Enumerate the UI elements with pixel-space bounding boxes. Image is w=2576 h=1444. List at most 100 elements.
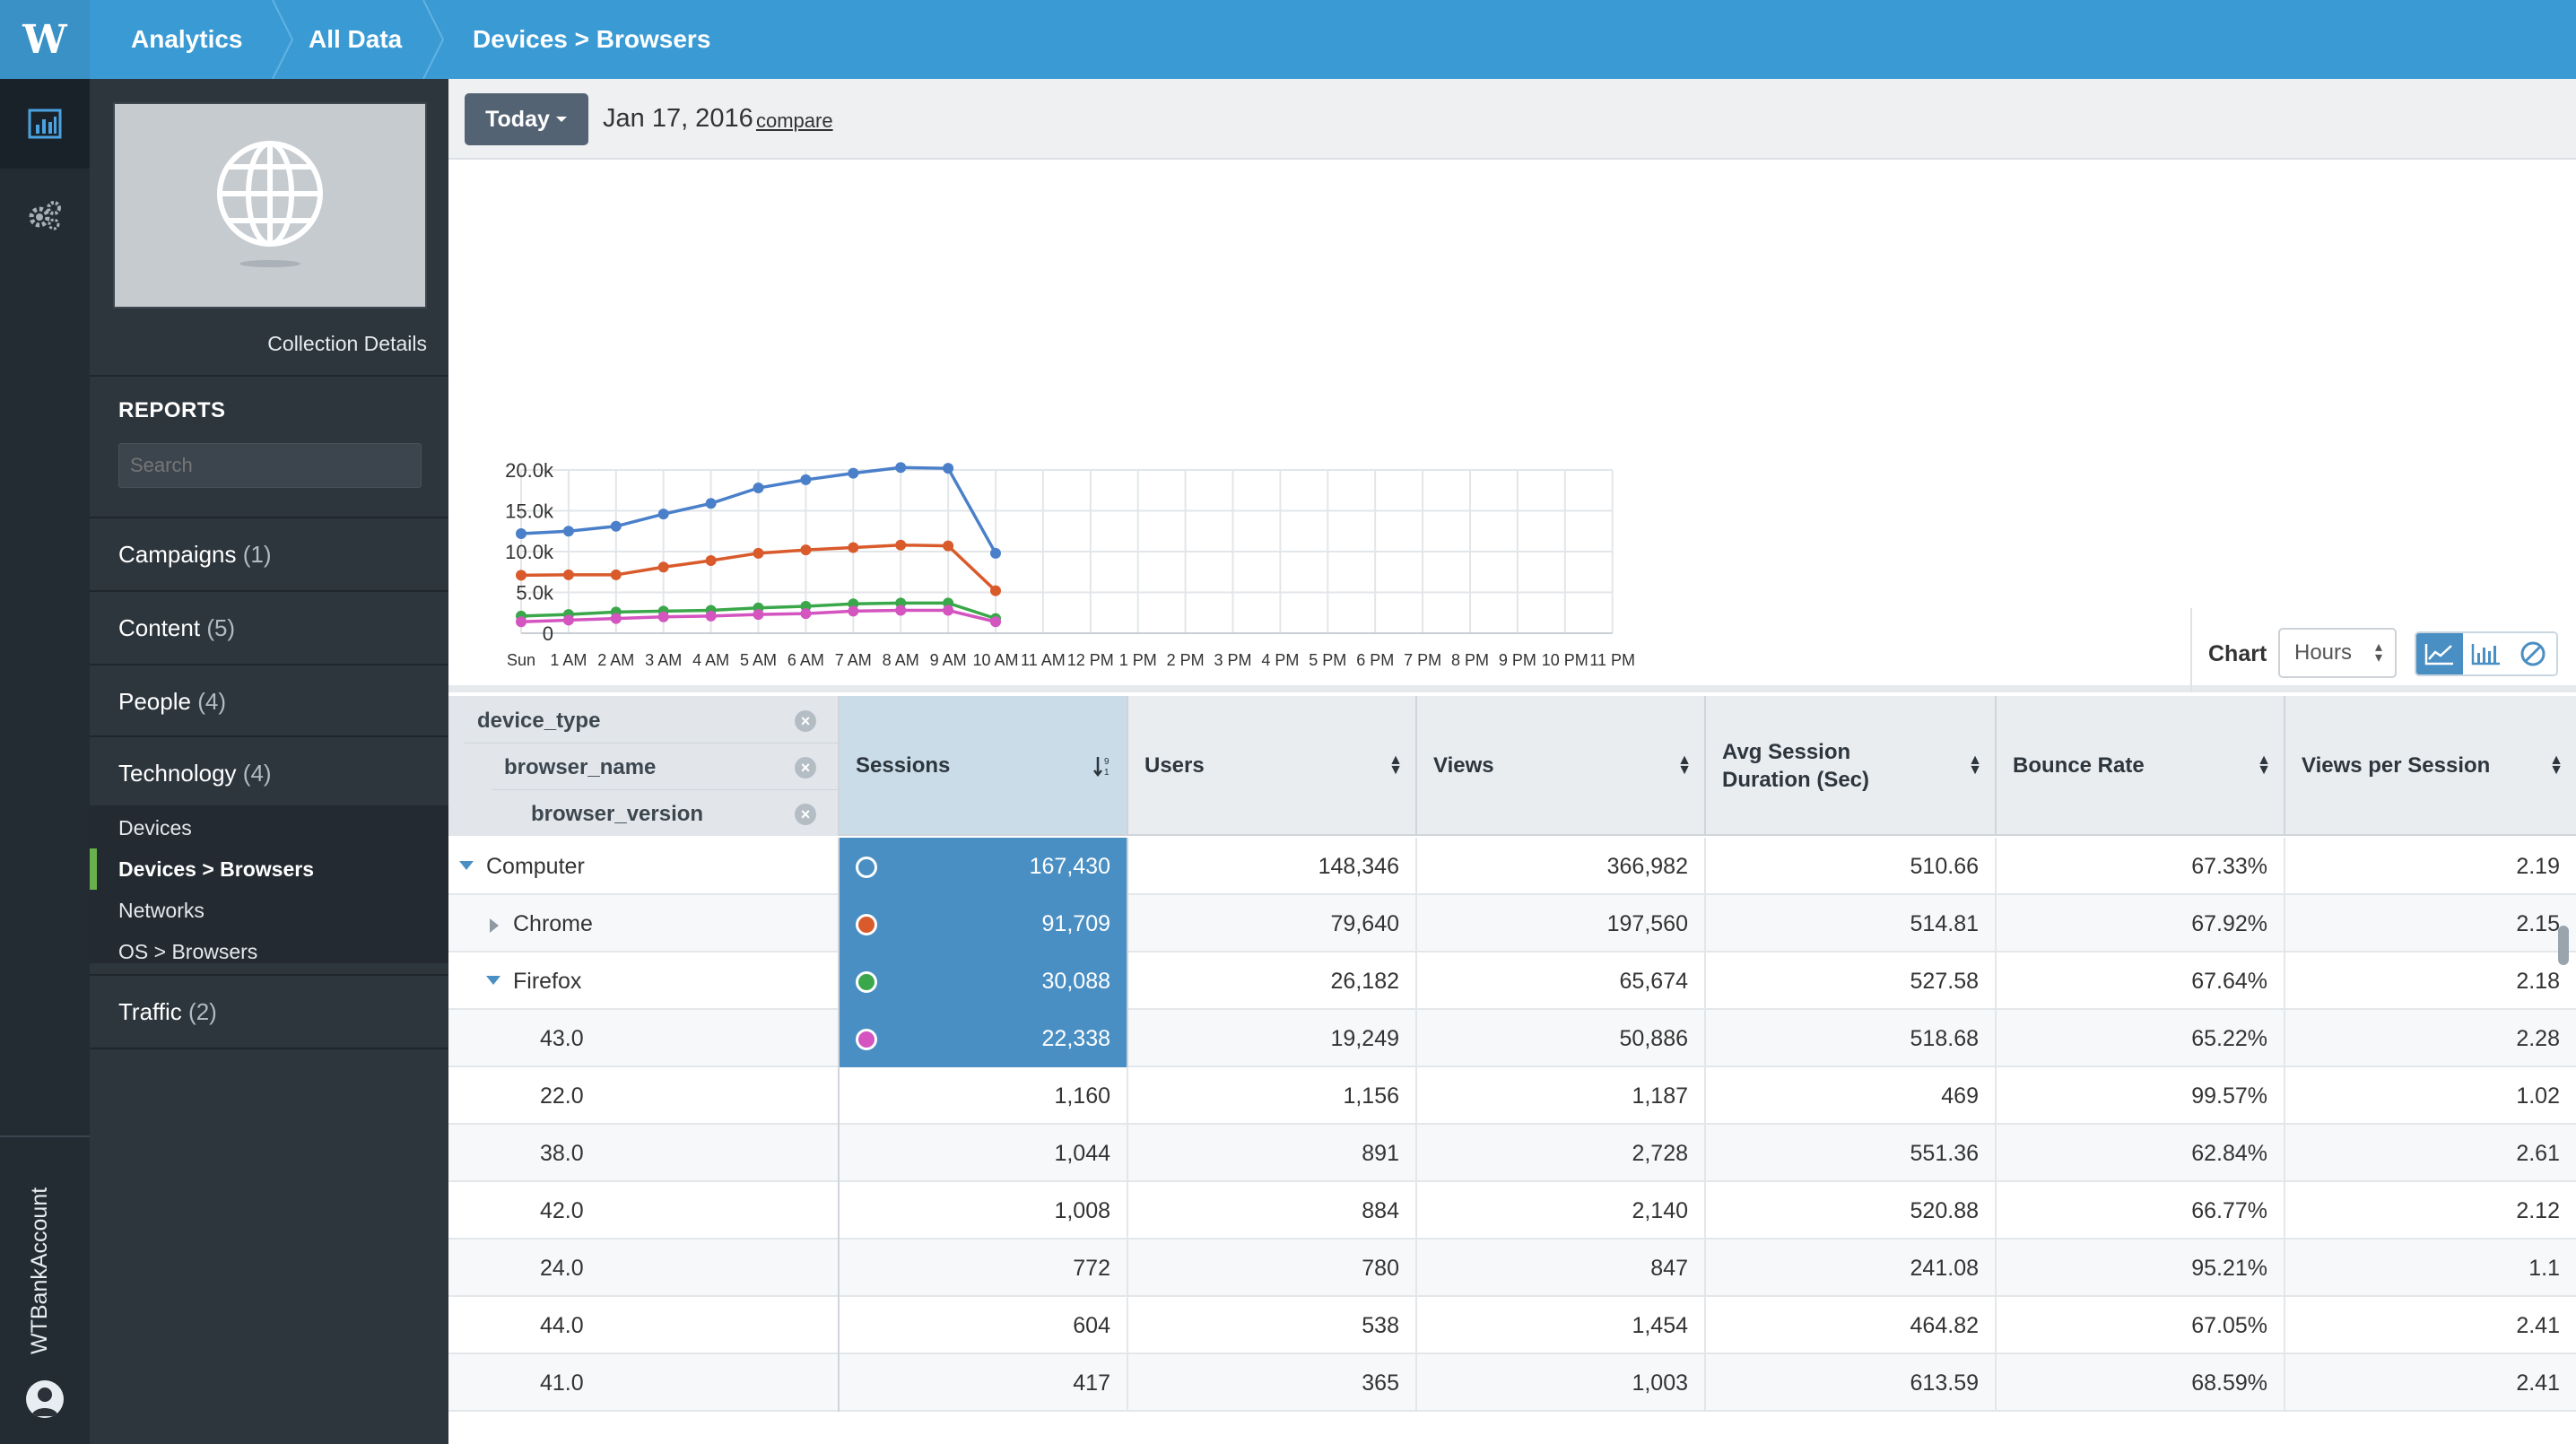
dimension-label[interactable]: browser_version	[531, 802, 703, 827]
x-tick-label: 10 AM	[972, 651, 1018, 669]
grid-scrollbar[interactable]	[2558, 926, 2569, 965]
data-point[interactable]	[562, 614, 574, 626]
series-toggle-icon[interactable]	[856, 914, 877, 935]
data-point[interactable]	[895, 539, 907, 551]
data-point[interactable]	[610, 613, 622, 624]
hide-chart-button[interactable]	[2510, 633, 2556, 674]
cell-value: 67.05%	[2191, 1313, 2267, 1338]
dimension-label[interactable]: browser_name	[504, 755, 656, 780]
column-header-avg-session-duration[interactable]: Avg Session Duration (Sec) ▲ ▼	[1706, 696, 1997, 836]
cell-value: 30,088	[1041, 969, 1110, 994]
table-row[interactable]: 41.0 417 365 1,003 613.59 68.59% 2.41	[448, 1354, 2576, 1412]
collection-details-link[interactable]: Collection Details	[267, 332, 427, 356]
data-point[interactable]	[800, 544, 812, 556]
sidebar-item-campaigns[interactable]: Campaigns (1)	[90, 517, 448, 588]
row-dimension-cell: Firefox	[448, 953, 840, 1010]
data-point[interactable]	[610, 569, 622, 580]
table-row[interactable]: 22.0 1,160 1,156 1,187 469 99.57% 1.02	[448, 1067, 2576, 1125]
cell-views: 366,982	[1417, 838, 1706, 895]
table-row[interactable]: 43.0 22,338 19,249 50,886 518.68 65.22% 2.28	[448, 1010, 2576, 1067]
series-toggle-icon[interactable]	[856, 857, 877, 878]
data-point[interactable]	[516, 616, 527, 628]
series-toggle-icon[interactable]	[856, 1029, 877, 1050]
app-logo[interactable]: W	[0, 0, 90, 79]
sidebar-subitem-os-browsers[interactable]: OS > Browsers	[118, 940, 257, 964]
user-avatar[interactable]	[26, 1380, 64, 1418]
column-header-views-per-session[interactable]: Views per Session ▲ ▼	[2285, 696, 2576, 836]
data-point[interactable]	[800, 474, 812, 485]
table-row[interactable]: 42.0 1,008 884 2,140 520.88 66.77% 2.12	[448, 1182, 2576, 1240]
data-point[interactable]	[800, 608, 812, 620]
data-point[interactable]	[848, 542, 859, 553]
data-point[interactable]	[516, 527, 527, 539]
reports-search-input[interactable]	[118, 443, 422, 488]
data-point[interactable]	[562, 569, 574, 580]
table-row[interactable]: Chrome 91,709 79,640 197,560 514.81 67.92% 2.1…	[448, 895, 2576, 953]
analytics-nav-button[interactable]	[0, 79, 90, 169]
remove-dimension-icon[interactable]: ×	[795, 710, 816, 732]
data-point[interactable]	[990, 585, 1001, 596]
breadcrumb-analytics[interactable]: Analytics	[131, 0, 243, 79]
data-point[interactable]	[943, 605, 954, 616]
row-label: 38.0	[540, 1141, 584, 1166]
account-name[interactable]: WTBankAccount	[27, 1187, 53, 1354]
table-row[interactable]: Computer 167,430 148,346 366,982 510.66 67.33…	[448, 838, 2576, 895]
data-point[interactable]	[943, 463, 954, 474]
column-header-label: Views per Session	[2302, 753, 2491, 779]
series-toggle-icon[interactable]	[856, 971, 877, 993]
sidebar-item-technology[interactable]: Technology (4)	[90, 735, 448, 807]
data-point[interactable]	[753, 609, 764, 621]
table-row[interactable]: 24.0 772 780 847 241.08 95.21% 1.1	[448, 1240, 2576, 1297]
cell-value: 518.68	[1910, 1026, 1979, 1051]
x-tick-label: 12 PM	[1067, 651, 1114, 669]
dimension-label[interactable]: device_type	[477, 709, 600, 734]
data-point[interactable]	[562, 526, 574, 537]
expand-caret-icon[interactable]	[490, 918, 499, 933]
settings-nav-button[interactable]	[0, 170, 90, 260]
data-point[interactable]	[610, 520, 622, 532]
data-point[interactable]	[657, 509, 669, 520]
remove-dimension-icon[interactable]: ×	[795, 757, 816, 779]
sidebar-subitem-devices[interactable]: Devices	[118, 816, 192, 840]
data-point[interactable]	[753, 483, 764, 494]
date-range-button[interactable]: Today	[465, 93, 588, 145]
data-point[interactable]	[943, 540, 954, 552]
column-header-views[interactable]: Views ▲ ▼	[1417, 696, 1706, 836]
sidebar-item-traffic[interactable]: Traffic (2)	[90, 974, 448, 1046]
table-row[interactable]: 38.0 1,044 891 2,728 551.36 62.84% 2.61	[448, 1125, 2576, 1182]
table-row[interactable]: Firefox 30,088 26,182 65,674 527.58 67.64% 2.1…	[448, 953, 2576, 1010]
data-point[interactable]	[848, 467, 859, 479]
data-point[interactable]	[705, 498, 717, 509]
bar-chart-view-button[interactable]	[2463, 633, 2510, 674]
collection-thumbnail[interactable]	[113, 102, 427, 309]
column-header-users[interactable]: Users ▲ ▼	[1128, 696, 1417, 836]
data-point[interactable]	[895, 605, 907, 616]
collapse-caret-icon[interactable]	[486, 976, 500, 985]
column-header-bounce-rate[interactable]: Bounce Rate ▲ ▼	[1997, 696, 2285, 836]
data-point[interactable]	[990, 616, 1001, 628]
cell-sessions: 772	[840, 1240, 1128, 1297]
sidebar-item-content[interactable]: Content (5)	[90, 590, 448, 662]
reports-heading: REPORTS	[118, 398, 226, 422]
data-point[interactable]	[705, 555, 717, 567]
breadcrumb-all-data[interactable]: All Data	[309, 0, 402, 79]
category-count: (5)	[206, 614, 236, 641]
data-point[interactable]	[848, 605, 859, 617]
table-row[interactable]: 44.0 604 538 1,454 464.82 67.05% 2.41	[448, 1297, 2576, 1354]
data-point[interactable]	[516, 570, 527, 581]
data-point[interactable]	[990, 547, 1001, 559]
remove-dimension-icon[interactable]: ×	[795, 804, 816, 825]
collapse-caret-icon[interactable]	[459, 861, 474, 870]
data-point[interactable]	[753, 547, 764, 559]
sidebar-subitem-networks[interactable]: Networks	[118, 899, 205, 923]
data-point[interactable]	[895, 462, 907, 474]
line-chart-view-button[interactable]	[2416, 633, 2463, 674]
cell-value: 2.15	[2516, 911, 2560, 936]
column-header-sessions[interactable]: Sessions 91	[840, 696, 1128, 836]
data-point[interactable]	[657, 561, 669, 573]
data-point[interactable]	[705, 610, 717, 622]
sidebar-item-people[interactable]: People (4)	[90, 664, 448, 735]
data-point[interactable]	[657, 611, 669, 622]
sidebar-subitem-devices-browsers[interactable]: Devices > Browsers	[118, 857, 314, 882]
compare-link[interactable]: compare	[756, 109, 833, 133]
